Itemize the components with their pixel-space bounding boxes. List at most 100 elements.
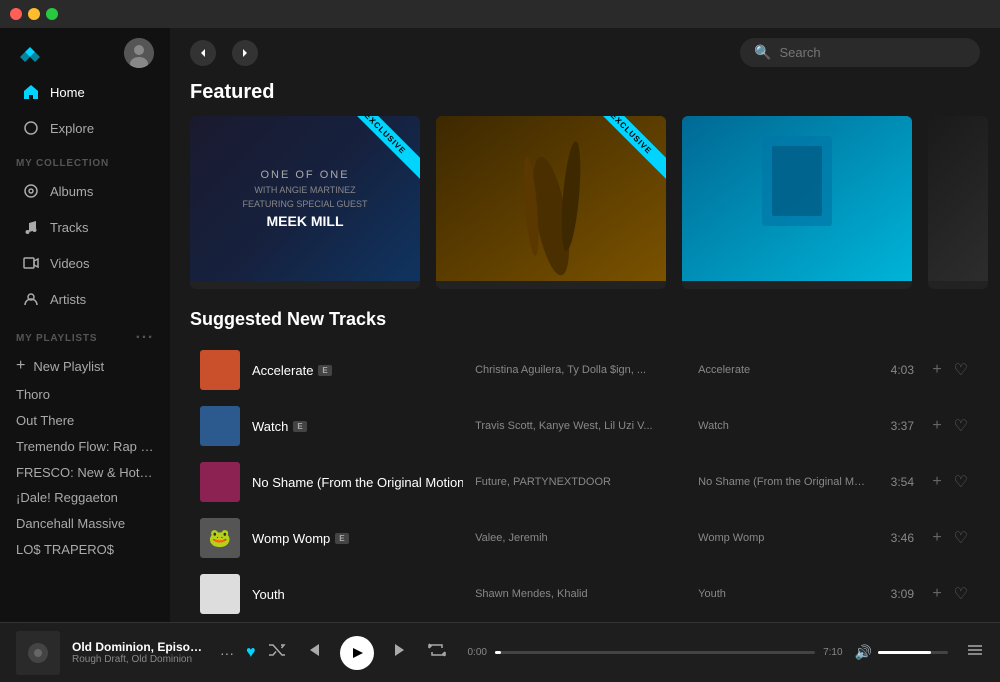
featured-row: ONE OF ONE WITH ANGIE MARTINEZ FEATURING… — [170, 116, 1000, 309]
track-album-watch: Watch — [698, 420, 867, 432]
track-artist-womp-womp: Valee, Jeremih — [475, 532, 686, 544]
track-badge-watch: E — [293, 421, 306, 432]
player-controls — [268, 636, 446, 670]
track-heart-womp-womp[interactable]: ♡ — [952, 526, 970, 550]
playlist-item-out-there[interactable]: Out There — [0, 407, 170, 433]
track-name-womp-womp: Womp Womp — [252, 531, 330, 546]
sidebar-home-label: Home — [50, 85, 85, 100]
next-button[interactable] — [392, 641, 410, 664]
sidebar: Home Explore MY COLLECTION Albums — [0, 28, 170, 622]
player-total-time: 7:10 — [823, 647, 842, 658]
track-row-accelerate[interactable]: Accelerate E Christina Aguilera, Ty Doll… — [190, 342, 980, 398]
track-row-youth[interactable]: Youth Shawn Mendes, Khalid Youth 3:09 + … — [190, 566, 980, 622]
track-duration-watch: 3:37 — [879, 419, 914, 433]
forward-button[interactable] — [232, 40, 258, 66]
previous-button[interactable] — [304, 641, 322, 664]
home-icon — [22, 83, 40, 101]
track-row-watch[interactable]: Watch E Travis Scott, Kanye West, Lil Uz… — [190, 398, 980, 454]
track-add-accelerate[interactable]: + — [930, 359, 943, 381]
player-bar: Old Dominion, Episode 6 Rough Draft, Old… — [0, 622, 1000, 682]
track-artist-youth: Shawn Mendes, Khalid — [475, 588, 686, 600]
track-heart-youth[interactable]: ♡ — [952, 582, 970, 606]
sidebar-tracks-label: Tracks — [50, 220, 89, 235]
explore-icon — [22, 119, 40, 137]
queue-button[interactable] — [966, 641, 984, 664]
playlist-item-traperos[interactable]: LO$ TRAPERO$ — [0, 536, 170, 562]
minimize-button[interactable] — [28, 8, 40, 20]
new-playlist-button[interactable]: + New Playlist — [0, 351, 170, 381]
tracks-section: Suggested New Tracks Accelerate E Christ… — [170, 309, 1000, 622]
sidebar-videos-label: Videos — [50, 256, 90, 271]
play-button[interactable] — [340, 636, 374, 670]
track-thumb-watch — [200, 406, 240, 446]
repeat-button[interactable] — [428, 641, 446, 664]
user-avatar[interactable] — [124, 38, 154, 68]
track-thumb-youth — [200, 574, 240, 614]
playlist-item-fresco[interactable]: FRESCO: New & Hot in La... — [0, 459, 170, 485]
playlist-item-thoro[interactable]: Thoro — [0, 381, 170, 407]
track-thumb-no-shame — [200, 462, 240, 502]
sidebar-item-albums[interactable]: Albums — [6, 174, 164, 208]
sidebar-item-artists[interactable]: Artists — [6, 282, 164, 316]
player-more-button[interactable]: ··· — [220, 645, 234, 661]
close-button[interactable] — [10, 8, 22, 20]
sidebar-item-tracks[interactable]: Tracks — [6, 210, 164, 244]
sidebar-item-videos[interactable]: Videos — [6, 246, 164, 280]
track-artist-accelerate: Christina Aguilera, Ty Dolla $ign, ... — [475, 364, 686, 376]
playlist-item-tremendo[interactable]: Tremendo Flow: Rap en E... — [0, 433, 170, 459]
featured-card-one-of-one[interactable]: ONE OF ONE WITH ANGIE MARTINEZ FEATURING… — [190, 116, 420, 289]
featured-card-deadmau5[interactable]: EXCLUSIVE NEW EPISODE deadmau5 Watch dea… — [436, 116, 666, 289]
track-add-watch[interactable]: + — [930, 415, 943, 437]
volume-bar[interactable] — [878, 651, 948, 654]
track-heart-watch[interactable]: ♡ — [952, 414, 970, 438]
track-thumb-womp-womp: 🐸 — [200, 518, 240, 558]
tracks-icon — [22, 218, 40, 236]
featured-card-nicki[interactable]: NEW VIDEO Nicki M... — [928, 116, 988, 289]
shuffle-button[interactable] — [268, 641, 286, 664]
track-duration-accelerate: 4:03 — [879, 363, 914, 377]
track-album-womp-womp: Womp Womp — [698, 532, 867, 544]
track-album-no-shame: No Shame (From the Original Moti... — [698, 476, 867, 488]
back-button[interactable] — [190, 40, 216, 66]
progress-fill — [495, 651, 501, 654]
track-row-no-shame[interactable]: No Shame (From the Original Motion Pictu… — [190, 454, 980, 510]
my-playlists-header: MY PLAYLISTS ··· — [0, 317, 170, 351]
track-row-womp-womp[interactable]: 🐸 Womp Womp E Valee, Jeremih Womp Womp 3… — [190, 510, 980, 566]
track-actions-watch: + ♡ — [926, 414, 970, 438]
card-info-3: EP Wale Listen to Wale's 'Self Promotion… — [682, 281, 912, 289]
track-add-womp-womp[interactable]: + — [930, 527, 943, 549]
featured-title: Featured — [170, 77, 1000, 116]
sidebar-albums-label: Albums — [50, 184, 93, 199]
volume-icon: 🔊 — [855, 644, 872, 661]
sidebar-top — [0, 28, 170, 74]
sidebar-item-home[interactable]: Home — [6, 75, 164, 109]
featured-card-wale[interactable]: EP Wale Listen to Wale's 'Self Promotion… — [682, 116, 912, 289]
search-bar[interactable]: 🔍 — [740, 38, 980, 67]
playlist-item-dancehall[interactable]: Dancehall Massive — [0, 510, 170, 536]
track-add-no-shame[interactable]: + — [930, 471, 943, 493]
progress-track[interactable] — [495, 651, 815, 654]
track-heart-no-shame[interactable]: ♡ — [952, 470, 970, 494]
new-playlist-label: New Playlist — [33, 359, 104, 374]
player-current-time: 0:00 — [468, 647, 487, 658]
track-add-youth[interactable]: + — [930, 583, 943, 605]
track-info-youth: Youth — [252, 587, 463, 602]
track-duration-no-shame: 3:54 — [879, 475, 914, 489]
card-info-1: LIVESTREAM 'One Of One' feat. Meek Mill … — [190, 281, 420, 289]
maximize-button[interactable] — [46, 8, 58, 20]
volume-fill — [878, 651, 931, 654]
track-name-accelerate: Accelerate — [252, 363, 313, 378]
track-artist-watch: Travis Scott, Kanye West, Lil Uzi V... — [475, 420, 686, 432]
track-heart-accelerate[interactable]: ♡ — [952, 358, 970, 382]
sidebar-artists-label: Artists — [50, 292, 86, 307]
app-body: Home Explore MY COLLECTION Albums — [0, 28, 1000, 622]
search-input[interactable] — [779, 45, 966, 60]
sidebar-item-explore[interactable]: Explore — [6, 111, 164, 145]
playlists-more-button[interactable]: ··· — [136, 329, 154, 347]
player-heart-button[interactable]: ♥ — [246, 644, 256, 662]
playlist-item-dale[interactable]: ¡Dale! Reggaeton — [0, 484, 170, 510]
player-track-name: Old Dominion, Episode 6 — [72, 640, 202, 654]
albums-icon — [22, 182, 40, 200]
track-actions-accelerate: + ♡ — [926, 358, 970, 382]
player-progress[interactable]: 0:00 7:10 — [468, 647, 843, 658]
